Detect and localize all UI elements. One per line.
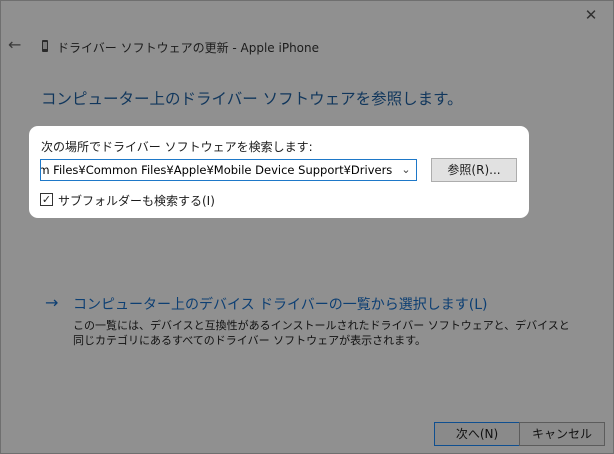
phone-icon	[42, 40, 48, 52]
next-button[interactable]: 次へ(N)	[434, 422, 520, 446]
close-icon[interactable]: ✕	[583, 7, 599, 23]
driver-path-combobox[interactable]: Program Files¥Common Files¥Apple¥Mobile …	[40, 159, 417, 181]
search-location-label: 次の場所でドライバー ソフトウェアを検索します:	[41, 140, 313, 154]
page-heading: コンピューター上のドライバー ソフトウェアを参照します。	[41, 90, 463, 108]
pick-from-list-link[interactable]: コンピューター上のデバイス ドライバーの一覧から選択します(L)	[73, 294, 487, 314]
browse-button[interactable]: 参照(R)...	[431, 158, 517, 182]
chevron-down-icon[interactable]: ⌄	[396, 160, 416, 180]
pick-from-list-description: この一覧には、デバイスと互換性があるインストールされたドライバー ソフトウェアと…	[73, 319, 570, 347]
search-location-panel: 次の場所でドライバー ソフトウェアを検索します: Program Files¥C…	[29, 126, 529, 218]
driver-path-value[interactable]: Program Files¥Common Files¥Apple¥Mobile …	[41, 163, 392, 177]
window-title: ドライバー ソフトウェアの更新 - Apple iPhone	[57, 41, 320, 55]
arrow-right-icon[interactable]: →	[45, 293, 58, 313]
include-subfolders-label[interactable]: サブフォルダーも検索する(I)	[58, 192, 215, 209]
include-subfolders-checkbox[interactable]: ✓	[40, 193, 53, 206]
back-arrow-icon[interactable]: ←	[8, 36, 26, 54]
cancel-button[interactable]: キャンセル	[519, 422, 605, 446]
driver-update-dialog: ✕ ← ドライバー ソフトウェアの更新 - Apple iPhone コンピュー…	[0, 0, 614, 454]
